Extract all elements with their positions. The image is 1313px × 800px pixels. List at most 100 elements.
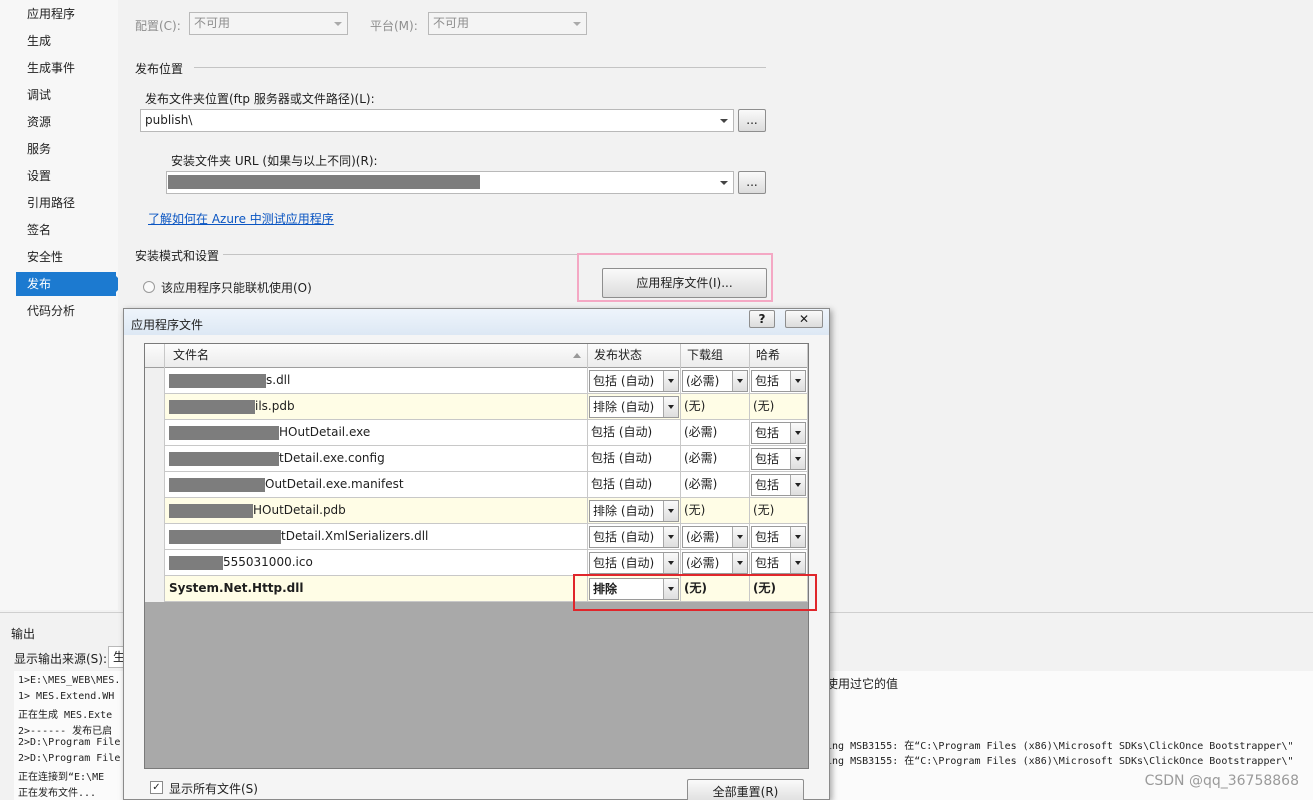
table-row[interactable]: HOutDetail.exe 包括 (自动) (必需) 包括 <box>145 420 808 446</box>
hash-dropdown[interactable]: 包括 <box>751 526 806 548</box>
close-button[interactable]: ✕ <box>785 310 823 328</box>
download-group-cell[interactable]: (必需) <box>681 472 750 498</box>
hash-cell[interactable]: 包括 <box>750 368 808 394</box>
publish-status-cell[interactable]: 包括 (自动) <box>588 368 681 394</box>
download-group-dropdown[interactable]: (必需) <box>682 370 748 392</box>
publish-status-cell[interactable]: 包括 (自动) <box>588 550 681 576</box>
publish-status-dropdown[interactable]: 排除 (自动) <box>589 396 679 418</box>
download-group-cell[interactable]: (必需) <box>681 420 750 446</box>
publish-status-dropdown[interactable]: 排除 (自动) <box>589 500 679 522</box>
sidebar-item[interactable]: 资源 <box>16 110 116 134</box>
sidebar-item[interactable]: 生成 <box>16 29 116 53</box>
row-selector[interactable] <box>145 576 165 602</box>
hash-cell[interactable]: 包括 <box>750 420 808 446</box>
sidebar-item[interactable]: 引用路径 <box>16 191 116 215</box>
hash-dropdown[interactable]: 包括 <box>751 552 806 574</box>
chevron-down-icon[interactable] <box>790 475 805 495</box>
chevron-down-icon[interactable] <box>790 553 805 573</box>
row-selector[interactable] <box>145 524 165 550</box>
download-group-cell[interactable]: (无) <box>681 394 750 420</box>
publish-status-cell[interactable]: 排除 (自动) <box>588 498 681 524</box>
publish-status-dropdown[interactable]: 包括 (自动) <box>589 552 679 574</box>
dialog-titlebar[interactable]: 应用程序文件 ? ✕ <box>124 309 829 335</box>
hash-cell[interactable]: 包括 <box>750 446 808 472</box>
row-selector[interactable] <box>145 446 165 472</box>
download-group-cell[interactable]: (无) <box>681 498 750 524</box>
publish-folder-browse-button[interactable]: ... <box>738 109 766 132</box>
column-header-hash[interactable]: 哈希 <box>750 344 808 368</box>
table-row[interactable]: s.dll 包括 (自动) (必需) 包括 <box>145 368 808 394</box>
download-group-dropdown[interactable]: (必需) <box>682 526 748 548</box>
publish-status-cell[interactable]: 包括 (自动) <box>588 524 681 550</box>
chevron-down-icon[interactable] <box>663 397 678 417</box>
hash-dropdown[interactable]: 包括 <box>751 474 806 496</box>
row-selector[interactable] <box>145 550 165 576</box>
column-header-file[interactable]: 文件名 <box>165 344 588 368</box>
chevron-down-icon[interactable] <box>663 501 678 521</box>
hash-dropdown[interactable]: 包括 <box>751 370 806 392</box>
chevron-down-icon[interactable] <box>732 553 747 573</box>
sidebar-item[interactable]: 设置 <box>16 164 116 188</box>
sidebar-item[interactable]: 安全性 <box>16 245 116 269</box>
install-url-browse-button[interactable]: ... <box>738 171 766 194</box>
chevron-down-icon[interactable] <box>790 449 805 469</box>
sidebar-item[interactable]: 调试 <box>16 83 116 107</box>
files-grid[interactable]: 文件名 发布状态 下载组 哈希 s.dll 包括 (自动) (必需) 包括 ils.pd… <box>144 343 809 769</box>
sidebar-item[interactable]: 代码分析 <box>16 299 116 323</box>
application-files-button[interactable]: 应用程序文件(I)... <box>602 268 767 298</box>
publish-folder-input[interactable]: publish\ <box>140 109 734 132</box>
publish-status-cell[interactable]: 排除 (自动) <box>588 394 681 420</box>
show-all-files-checkbox[interactable]: ✓ <box>150 781 163 794</box>
table-row[interactable]: ils.pdb 排除 (自动) (无) (无) <box>145 394 808 420</box>
download-group-dropdown[interactable]: (必需) <box>682 552 748 574</box>
publish-status-dropdown[interactable]: 包括 (自动) <box>589 526 679 548</box>
chevron-down-icon[interactable] <box>732 527 747 547</box>
column-header-status[interactable]: 发布状态 <box>588 344 681 368</box>
publish-status-dropdown[interactable]: 包括 (自动) <box>589 370 679 392</box>
hash-dropdown[interactable]: 包括 <box>751 448 806 470</box>
row-selector[interactable] <box>145 472 165 498</box>
publish-status-cell[interactable]: 包括 (自动) <box>588 472 681 498</box>
chevron-down-icon[interactable] <box>732 371 747 391</box>
table-row[interactable]: tDetail.XmlSerializers.dll 包括 (自动) (必需) 包括 <box>145 524 808 550</box>
platform-dropdown[interactable]: 不可用 <box>428 12 587 35</box>
hash-cell[interactable]: (无) <box>750 394 808 420</box>
sidebar-item[interactable]: 生成事件 <box>16 56 116 80</box>
hash-cell[interactable]: (无) <box>750 498 808 524</box>
download-group-cell[interactable]: (必需) <box>681 446 750 472</box>
chevron-down-icon[interactable] <box>790 423 805 443</box>
sidebar-item[interactable]: 签名 <box>16 218 116 242</box>
chevron-down-icon[interactable] <box>790 371 805 391</box>
row-selector[interactable] <box>145 394 165 420</box>
hash-cell[interactable]: 包括 <box>750 524 808 550</box>
table-row[interactable]: HOutDetail.pdb 排除 (自动) (无) (无) <box>145 498 808 524</box>
reset-all-button[interactable]: 全部重置(R) <box>687 779 804 800</box>
chevron-down-icon[interactable] <box>663 553 678 573</box>
sidebar-item[interactable]: 服务 <box>16 137 116 161</box>
hash-cell[interactable]: 包括 <box>750 550 808 576</box>
column-header-group[interactable]: 下载组 <box>681 344 750 368</box>
output-source-dropdown[interactable]: 生 <box>108 646 124 668</box>
table-row[interactable]: tDetail.exe.config 包括 (自动) (必需) 包括 <box>145 446 808 472</box>
row-selector[interactable] <box>145 420 165 446</box>
chevron-down-icon[interactable] <box>663 527 678 547</box>
download-group-cell[interactable]: (必需) <box>681 368 750 394</box>
hash-cell[interactable]: 包括 <box>750 472 808 498</box>
sidebar-item[interactable]: 发布 <box>16 272 124 296</box>
config-dropdown[interactable]: 不可用 <box>189 12 348 35</box>
table-row[interactable]: 555031000.ico 包括 (自动) (必需) 包括 <box>145 550 808 576</box>
hash-dropdown[interactable]: 包括 <box>751 422 806 444</box>
table-row[interactable]: OutDetail.exe.manifest 包括 (自动) (必需) 包括 <box>145 472 808 498</box>
chevron-down-icon[interactable] <box>790 527 805 547</box>
azure-link[interactable]: 了解如何在 Azure 中测试应用程序 <box>148 210 334 227</box>
download-group-cell[interactable]: (必需) <box>681 524 750 550</box>
online-only-radio[interactable] <box>143 281 155 293</box>
sidebar-item[interactable]: 应用程序 <box>16 2 116 26</box>
row-selector[interactable] <box>145 498 165 524</box>
publish-status-cell[interactable]: 包括 (自动) <box>588 446 681 472</box>
help-button[interactable]: ? <box>749 310 775 328</box>
publish-status-cell[interactable]: 包括 (自动) <box>588 420 681 446</box>
row-selector[interactable] <box>145 368 165 394</box>
chevron-down-icon[interactable] <box>663 371 678 391</box>
download-group-cell[interactable]: (必需) <box>681 550 750 576</box>
